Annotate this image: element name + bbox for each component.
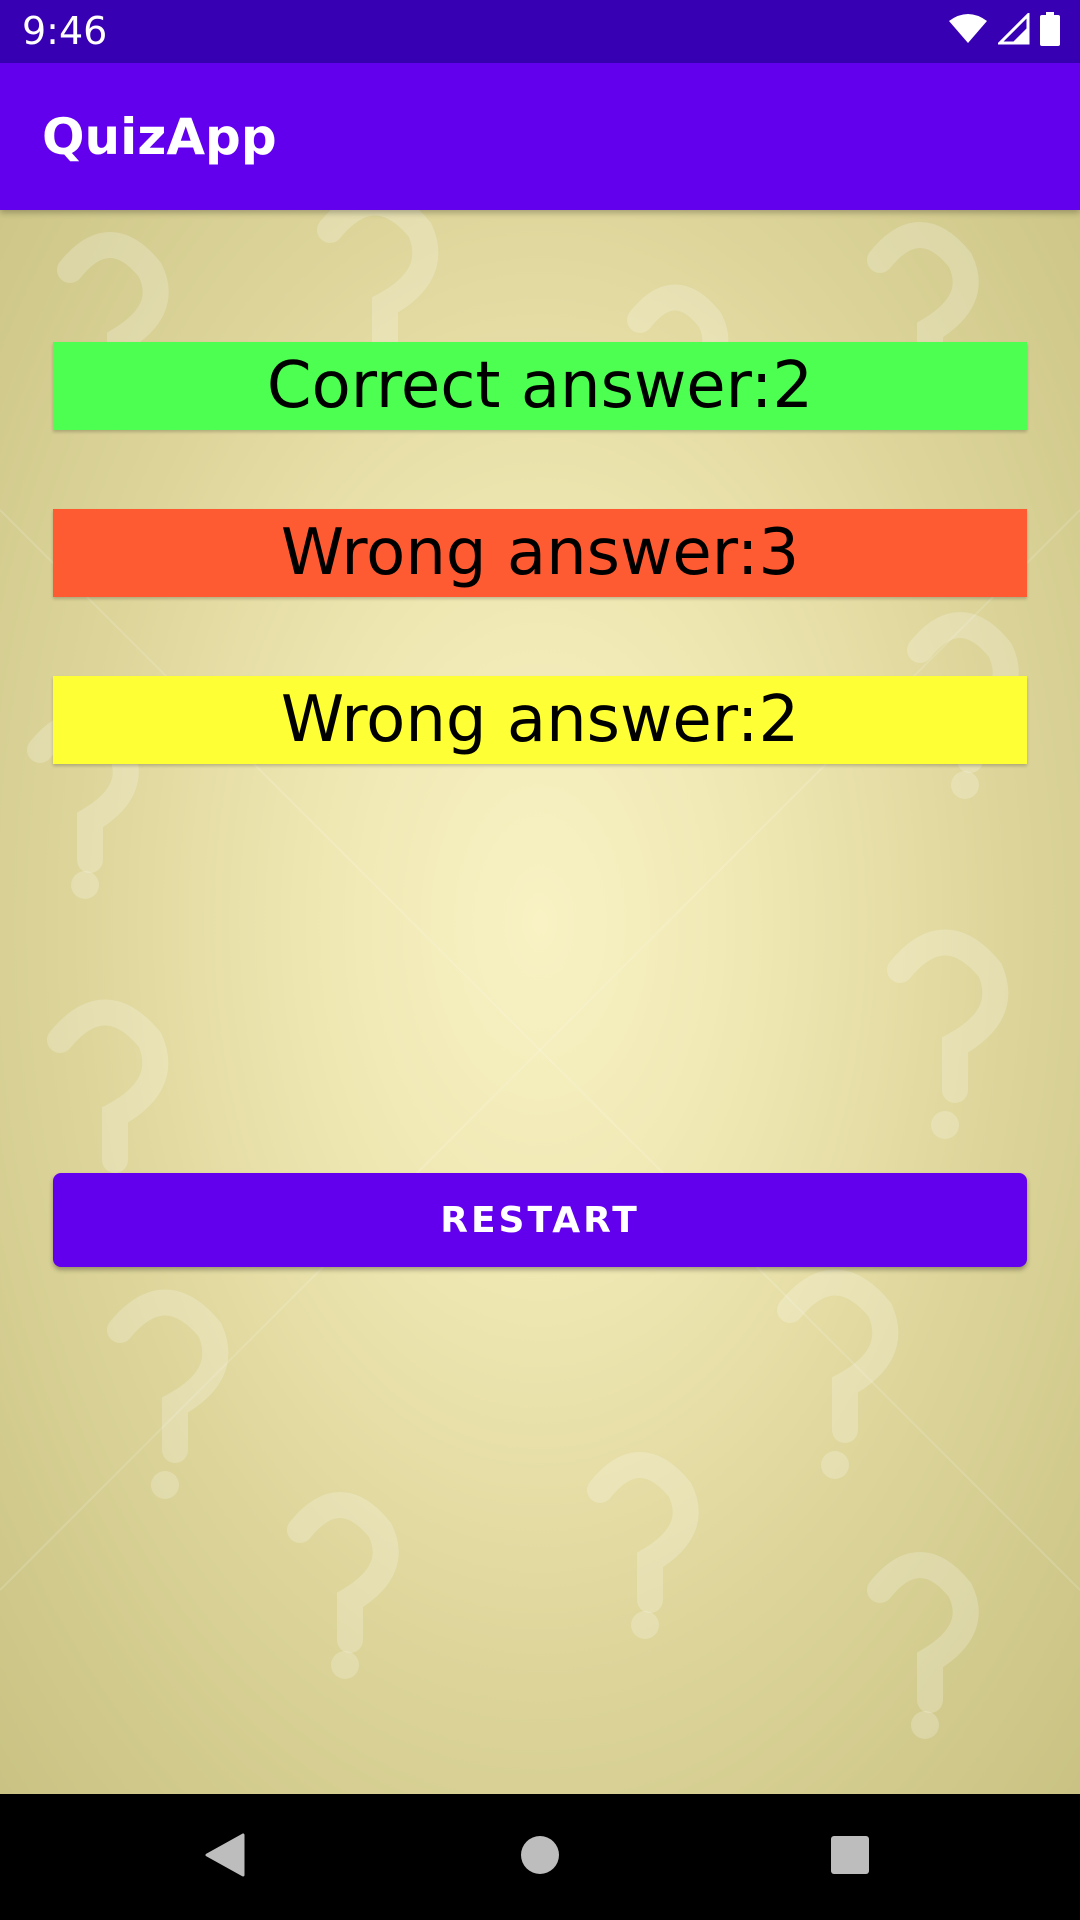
status-icons [948,10,1060,51]
status-time: 9:46 [22,9,108,53]
home-icon [519,1834,561,1881]
battery-icon [1040,11,1060,51]
background-pattern [0,210,1080,1739]
navigation-bar [0,1794,1080,1920]
restart-button[interactable]: RESTART [53,1173,1027,1267]
second-wrong-answer-count: Wrong answer:2 [53,676,1027,764]
wrong-answer-count: Wrong answer:3 [53,509,1027,597]
recents-icon [830,1835,870,1880]
results-screen: Correct answer:2 Wrong answer:3 Wrong an… [0,210,1080,1794]
wifi-icon [948,13,988,50]
app-bar: QuizApp [0,63,1080,210]
status-bar: 9:46 [0,0,1080,63]
back-icon [203,1831,247,1884]
signal-icon [996,10,1030,50]
recents-button[interactable] [780,1794,920,1920]
correct-answer-count: Correct answer:2 [53,342,1027,430]
home-button[interactable] [470,1794,610,1920]
back-button[interactable] [155,1794,295,1920]
app-title: QuizApp [42,108,277,166]
